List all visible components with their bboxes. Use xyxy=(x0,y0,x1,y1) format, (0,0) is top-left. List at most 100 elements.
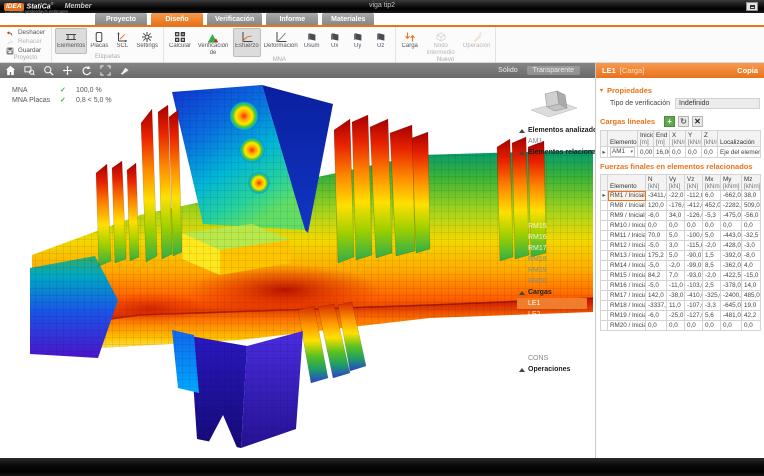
table-row[interactable]: RM9 / Inicial-6,034,0-126,0-5,3-475,0-56… xyxy=(601,211,761,221)
value-cell[interactable]: -362,0 xyxy=(721,261,742,271)
value-cell[interactable]: 2,5 xyxy=(703,281,721,291)
tab-materiales[interactable]: Materiales xyxy=(322,13,374,25)
section-propiedades[interactable]: ▾ Propiedades xyxy=(600,86,760,95)
value-cell[interactable]: 5,0 xyxy=(667,231,685,241)
tab-verificacion[interactable]: Verificación xyxy=(207,13,262,25)
value-cell[interactable]: 175,2 xyxy=(646,251,667,261)
placas-button[interactable]: Placas xyxy=(88,28,110,54)
value-cell[interactable]: 0,0 xyxy=(685,221,703,231)
value-cell[interactable]: -2282,0 xyxy=(721,201,742,211)
linear-loads-table[interactable]: ElementoInicio[m]End[m]X[kN/m]Y[kN/m]Z[k… xyxy=(600,130,761,158)
value-cell[interactable]: 0,0 xyxy=(667,321,685,331)
table-row[interactable]: RM13 / Inicial175,25,0-90,01,5-392,0-8,0 xyxy=(601,251,761,261)
value-cell[interactable]: 84,2 xyxy=(646,271,667,281)
value-cell[interactable]: 5,0 xyxy=(703,231,721,241)
value-cell[interactable]: -2,0 xyxy=(703,241,721,251)
value-cell[interactable]: 5,0 xyxy=(667,251,685,261)
element-cell[interactable]: RM12 / Inicial xyxy=(608,241,646,251)
table-row[interactable]: RM16 / Inicial-5,0-11,0-103,02,5-378,014… xyxy=(601,281,761,291)
table-row[interactable]: RM19 / Inicial-6,0-25,0-127,05,6-481,042… xyxy=(601,311,761,321)
fit-icon[interactable] xyxy=(100,65,111,76)
view-mode-s-lido[interactable]: Sólido xyxy=(492,66,523,75)
value-cell[interactable]: 19,0 xyxy=(742,301,761,311)
tree-item-rm18[interactable]: RM18 xyxy=(517,254,595,265)
value-cell[interactable]: 0,0 xyxy=(646,321,667,331)
deformaci-n-button[interactable]: Deformación xyxy=(262,28,300,57)
value-cell[interactable]: 0,0 xyxy=(667,221,685,231)
value-cell[interactable]: -392,0 xyxy=(721,251,742,261)
zoom-window-icon[interactable] xyxy=(24,65,35,76)
tree-item-am1[interactable]: AM1 xyxy=(517,136,595,147)
value-cell[interactable]: -5,0 xyxy=(646,241,667,251)
table-row[interactable]: RM8 / Inicial120,0-176,0-412,0452,0-2282… xyxy=(601,201,761,211)
rotate-icon[interactable] xyxy=(81,65,92,76)
value-cell[interactable]: 0,0 xyxy=(742,221,761,231)
model-canvas[interactable]: MNA ✓ 100,0 % MNA Placas ✓ 0,8 < 5,0 % xyxy=(0,78,595,458)
element-cell[interactable]: RM15 / Inicial xyxy=(608,271,646,281)
tree-item-le5[interactable]: LE5 xyxy=(517,342,595,353)
table-row[interactable]: RM14 / Inicial-5,0-2,0-99,08,5-362,04,0 xyxy=(601,261,761,271)
tree-item-cons[interactable]: CONS xyxy=(517,353,595,364)
table-row[interactable]: ▸RM1 / Inicial-3411,0-22,0-112,06,0-662,… xyxy=(601,191,761,201)
table-row[interactable]: RM20 / Inicial0,00,00,00,00,00,0 xyxy=(601,321,761,331)
value-cell[interactable]: -8,0 xyxy=(742,251,761,261)
value-cell[interactable]: 120,0 xyxy=(646,201,667,211)
value-cell[interactable]: 0,0 xyxy=(702,147,718,158)
value-cell[interactable]: -6,0 xyxy=(646,211,667,221)
verificaci-n-de-deformaci-n-button[interactable]: Verificación de deformación xyxy=(194,28,232,57)
element-cell[interactable]: AM1▾ xyxy=(608,147,638,158)
tree-item-le4[interactable]: LE4 xyxy=(517,331,595,342)
restore-window-button[interactable] xyxy=(746,2,758,11)
paint-icon[interactable] xyxy=(119,65,130,76)
value-cell[interactable]: Eje del elemento xyxy=(718,147,761,158)
value-cell[interactable]: -412,0 xyxy=(685,201,703,211)
value-cell[interactable]: -5,0 xyxy=(646,261,667,271)
row-selector[interactable] xyxy=(601,201,608,211)
value-cell[interactable]: -32,5 xyxy=(742,231,761,241)
row-selector[interactable] xyxy=(601,221,608,231)
fea-model-render[interactable] xyxy=(0,78,595,458)
value-cell[interactable]: 142,0 xyxy=(646,291,667,301)
value-cell[interactable]: -176,0 xyxy=(667,201,685,211)
value-cell[interactable]: -481,0 xyxy=(721,311,742,321)
table-row[interactable]: ▸AM1▾0,0016,000,00,00,0Eje del elemento xyxy=(601,147,761,158)
value-cell[interactable]: 5,6 xyxy=(703,311,721,321)
value-cell[interactable]: -3411,0 xyxy=(646,191,667,201)
value-cell[interactable]: 11,0 xyxy=(667,301,685,311)
table-row[interactable]: RM18 / Inicial-3337,011,0-107,0-3,3-645,… xyxy=(601,301,761,311)
tree-item-rm19[interactable]: RM19 xyxy=(517,265,595,276)
scl-button[interactable]: SCL xyxy=(111,28,133,54)
value-cell[interactable]: -93,0 xyxy=(685,271,703,281)
value-cell[interactable]: 452,0 xyxy=(703,201,721,211)
value-cell[interactable]: -5,0 xyxy=(646,281,667,291)
row-selector[interactable] xyxy=(601,321,608,331)
deshacer-button[interactable]: Deshacer xyxy=(3,28,48,37)
tab-informe[interactable]: Informe xyxy=(266,13,318,25)
value-cell[interactable]: -5,3 xyxy=(703,211,721,221)
tab-diseno[interactable]: Diseño xyxy=(151,13,203,25)
row-selector[interactable] xyxy=(601,231,608,241)
carga-button[interactable]: Carga xyxy=(399,28,421,57)
row-selector[interactable] xyxy=(601,281,608,291)
tree-item-rm20[interactable]: RM20 xyxy=(517,276,595,287)
value-cell[interactable]: -103,0 xyxy=(685,281,703,291)
value-cell[interactable]: -22,0 xyxy=(667,191,685,201)
uy-button[interactable]: Uy xyxy=(347,28,369,57)
element-cell[interactable]: RM16 / Inicial xyxy=(608,281,646,291)
tree-item-operaciones[interactable]: Operaciones xyxy=(517,364,595,375)
value-cell[interactable]: 0,00 xyxy=(638,147,654,158)
value-cell[interactable]: -325,0 xyxy=(703,291,721,301)
value-cell[interactable]: 38,0 xyxy=(742,191,761,201)
value-cell[interactable]: 485,0 xyxy=(742,291,761,301)
value-cell[interactable]: -56,0 xyxy=(742,211,761,221)
calcular-button[interactable]: Calcular xyxy=(167,28,193,57)
add-row-button[interactable]: + xyxy=(664,116,675,127)
value-cell[interactable]: -2,0 xyxy=(667,261,685,271)
element-cell[interactable]: RM19 / Inicial xyxy=(608,311,646,321)
tree-item-rm15[interactable]: RM15 xyxy=(517,221,595,232)
tree-item-cargas[interactable]: Cargas xyxy=(517,287,595,298)
refresh-row-button[interactable]: ↻ xyxy=(678,116,689,127)
table-row[interactable]: RM15 / Inicial84,27,0-93,0-2,0-422,5-15,… xyxy=(601,271,761,281)
value-cell[interactable]: -127,0 xyxy=(685,311,703,321)
value-cell[interactable]: 14,0 xyxy=(742,281,761,291)
